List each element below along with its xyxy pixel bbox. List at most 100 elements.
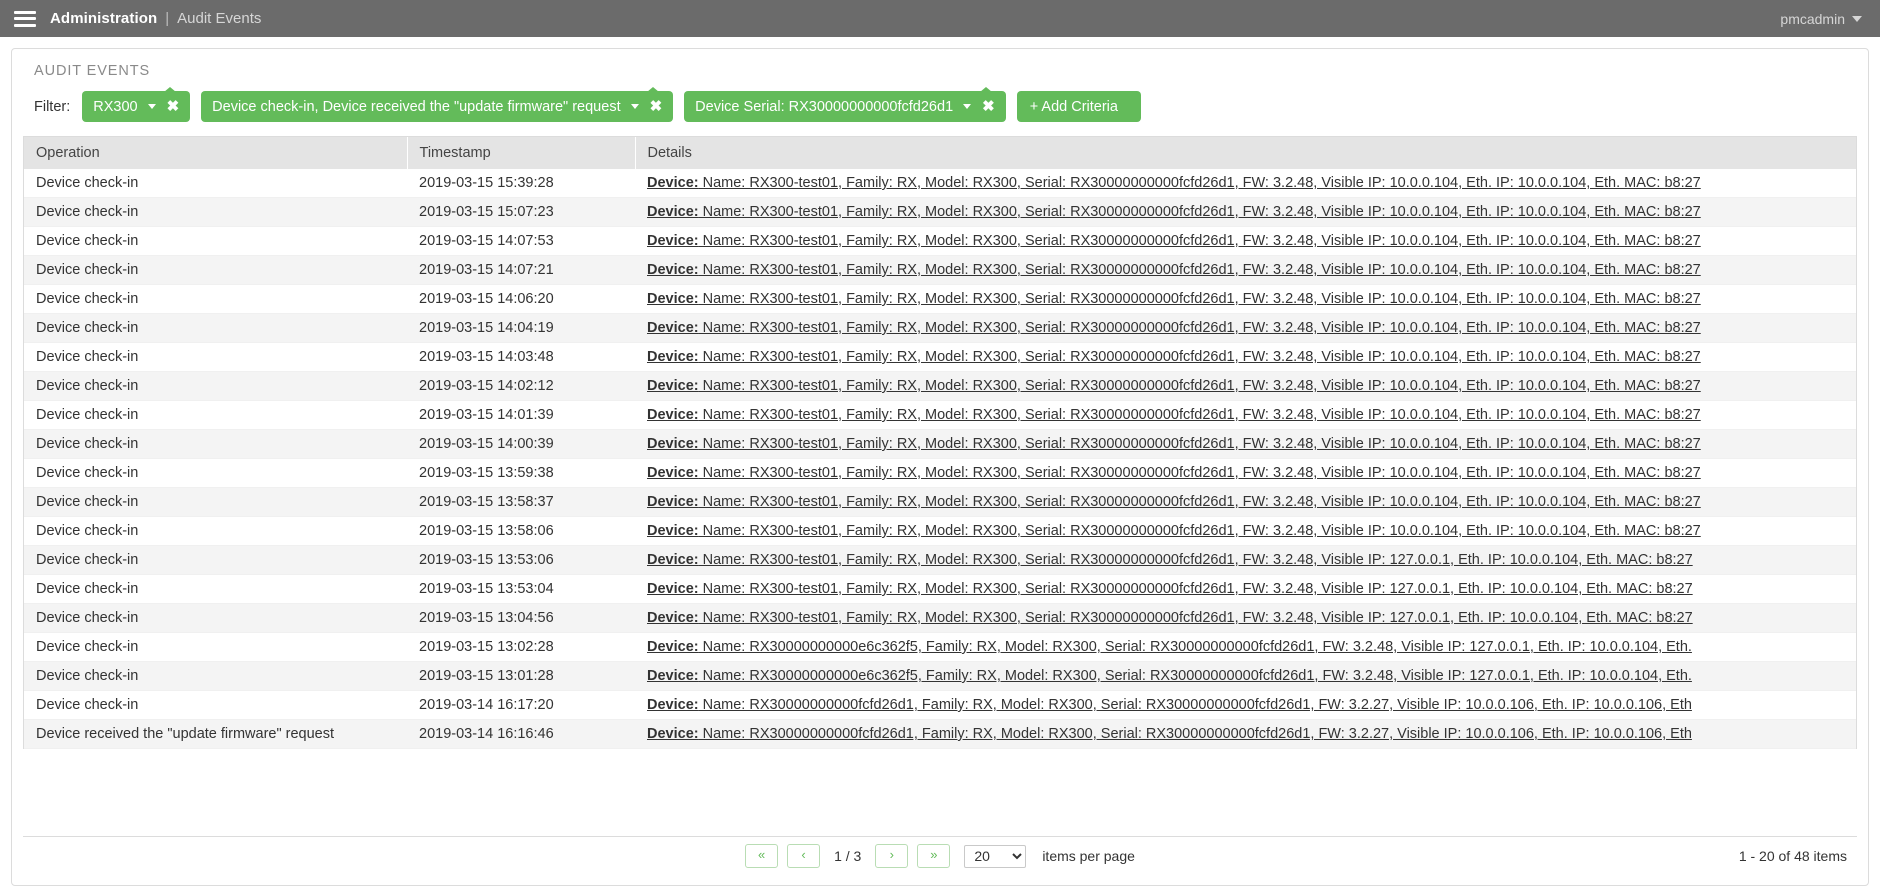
- details-link[interactable]: Device: Name: RX300-test01, Family: RX, …: [647, 378, 1701, 394]
- previous-page-button[interactable]: ‹: [787, 844, 820, 868]
- details-prefix: Device:: [647, 581, 699, 597]
- cell-timestamp: 2019-03-15 15:39:28: [407, 169, 635, 198]
- table-row[interactable]: Device check-in2019-03-15 14:07:53Device…: [24, 227, 1856, 256]
- filter-chip-operations[interactable]: Device check-in, Device received the "up…: [201, 91, 673, 122]
- chip-notch: [164, 87, 176, 92]
- details-link[interactable]: Device: Name: RX300-test01, Family: RX, …: [647, 436, 1701, 452]
- cell-timestamp: 2019-03-15 14:03:48: [407, 343, 635, 372]
- cell-timestamp: 2019-03-15 13:58:06: [407, 517, 635, 546]
- chevron-down-icon[interactable]: [631, 104, 639, 109]
- details-text: Name: RX300-test01, Family: RX, Model: R…: [699, 552, 1693, 568]
- cell-details: Device: Name: RX300-test01, Family: RX, …: [635, 517, 1856, 546]
- table-row[interactable]: Device check-in2019-03-15 13:53:04Device…: [24, 575, 1856, 604]
- cell-details: Device: Name: RX30000000000e6c362f5, Fam…: [635, 633, 1856, 662]
- details-text: Name: RX300-test01, Family: RX, Model: R…: [699, 407, 1701, 423]
- column-header-details[interactable]: Details: [635, 137, 1856, 169]
- details-link[interactable]: Device: Name: RX300-test01, Family: RX, …: [647, 610, 1693, 626]
- details-prefix: Device:: [647, 204, 699, 220]
- filter-chip-device-model[interactable]: RX300 ✖: [82, 91, 190, 122]
- table-row[interactable]: Device check-in2019-03-15 14:02:12Device…: [24, 372, 1856, 401]
- table-row[interactable]: Device check-in2019-03-15 13:59:38Device…: [24, 459, 1856, 488]
- user-menu[interactable]: pmcadmin: [1780, 11, 1862, 27]
- table-row[interactable]: Device check-in2019-03-15 14:06:20Device…: [24, 285, 1856, 314]
- table-row[interactable]: Device check-in2019-03-15 13:53:06Device…: [24, 546, 1856, 575]
- filter-bar: Filter: RX300 ✖ Device check-in, Device …: [12, 79, 1868, 122]
- details-link[interactable]: Device: Name: RX300-test01, Family: RX, …: [647, 233, 1701, 249]
- filter-chip-label: Device check-in, Device received the "up…: [212, 99, 620, 115]
- filter-chip-device-serial[interactable]: Device Serial: RX30000000000fcfd26d1 ✖: [684, 91, 1006, 122]
- cell-details: Device: Name: RX300-test01, Family: RX, …: [635, 227, 1856, 256]
- table-row[interactable]: Device check-in2019-03-14 16:17:20Device…: [24, 691, 1856, 720]
- add-criteria-button[interactable]: + Add Criteria: [1017, 91, 1141, 122]
- column-header-operation[interactable]: Operation: [24, 137, 407, 169]
- details-text: Name: RX300-test01, Family: RX, Model: R…: [699, 291, 1701, 307]
- details-link[interactable]: Device: Name: RX30000000000fcfd26d1, Fam…: [647, 726, 1692, 742]
- table-row[interactable]: Device check-in2019-03-15 13:04:56Device…: [24, 604, 1856, 633]
- cell-operation: Device check-in: [24, 314, 407, 343]
- filter-chip-label: Device Serial: RX30000000000fcfd26d1: [695, 99, 953, 115]
- cell-operation: Device check-in: [24, 517, 407, 546]
- details-prefix: Device:: [647, 494, 699, 510]
- close-icon[interactable]: ✖: [167, 99, 180, 114]
- details-link[interactable]: Device: Name: RX30000000000e6c362f5, Fam…: [647, 668, 1692, 684]
- cell-timestamp: 2019-03-15 14:02:12: [407, 372, 635, 401]
- table-row[interactable]: Device check-in2019-03-15 13:02:28Device…: [24, 633, 1856, 662]
- hamburger-icon[interactable]: [14, 11, 36, 27]
- details-link[interactable]: Device: Name: RX300-test01, Family: RX, …: [647, 407, 1701, 423]
- table-row[interactable]: Device check-in2019-03-15 15:39:28 Device…: [24, 169, 1856, 198]
- cell-operation: Device check-in: [24, 227, 407, 256]
- details-text: Name: RX300-test01, Family: RX, Model: R…: [699, 610, 1693, 626]
- cell-operation: Device check-in: [24, 459, 407, 488]
- details-text: Name: RX30000000000e6c362f5, Family: RX,…: [699, 639, 1692, 655]
- cell-operation: Device check-in: [24, 169, 407, 198]
- cell-details: Device: Name: RX300-test01, Family: RX, …: [635, 372, 1856, 401]
- items-per-page-label: items per page: [1042, 848, 1135, 864]
- details-link[interactable]: Device: Name: RX300-test01, Family: RX, …: [647, 494, 1701, 510]
- cell-details: Device: Name: RX30000000000fcfd26d1, Fam…: [635, 720, 1856, 749]
- cell-timestamp: 2019-03-15 13:02:28: [407, 633, 635, 662]
- first-page-button[interactable]: «: [745, 844, 778, 868]
- table-row[interactable]: Device check-in2019-03-15 14:04:19Device…: [24, 314, 1856, 343]
- audit-events-panel: AUDIT EVENTS Filter: RX300 ✖ Device chec…: [11, 48, 1869, 886]
- details-text: Name: RX300-test01, Family: RX, Model: R…: [699, 581, 1693, 597]
- column-header-timestamp[interactable]: Timestamp: [407, 137, 635, 169]
- details-link[interactable]: Device: Name: RX300-test01, Family: RX, …: [647, 204, 1701, 220]
- table-row[interactable]: Device check-in2019-03-15 13:01:28Device…: [24, 662, 1856, 691]
- table-row[interactable]: Device check-in2019-03-15 14:00:39Device…: [24, 430, 1856, 459]
- close-icon[interactable]: ✖: [982, 99, 995, 114]
- page-title: Audit Events: [177, 10, 261, 27]
- details-prefix: Device:: [647, 291, 699, 307]
- next-page-button[interactable]: ›: [875, 844, 908, 868]
- details-link[interactable]: Device: Name: RX30000000000e6c362f5, Fam…: [647, 639, 1692, 655]
- cell-operation: Device check-in: [24, 488, 407, 517]
- details-link[interactable]: Device: Name: RX300-test01, Family: RX, …: [647, 552, 1693, 568]
- details-text: Name: RX30000000000e6c362f5, Family: RX,…: [699, 668, 1692, 684]
- details-link[interactable]: Device: Name: RX300-test01, Family: RX, …: [647, 262, 1701, 278]
- table-row[interactable]: Device received the "update firmware" re…: [24, 720, 1856, 749]
- chevron-down-icon[interactable]: [148, 104, 156, 109]
- details-link[interactable]: Device: Name: RX300-test01, Family: RX, …: [647, 581, 1693, 597]
- details-link[interactable]: Device: Name: RX30000000000fcfd26d1, Fam…: [647, 697, 1692, 713]
- last-page-button[interactable]: »: [917, 844, 950, 868]
- cell-details: Device: Name: RX300-test01, Family: RX, …: [635, 575, 1856, 604]
- table-row[interactable]: Device check-in2019-03-15 13:58:06 Device…: [24, 517, 1856, 546]
- details-link[interactable]: Device: Name: RX300-test01, Family: RX, …: [647, 320, 1701, 336]
- cell-details: Device: Name: RX300-test01, Family: RX, …: [635, 343, 1856, 372]
- close-icon[interactable]: ✖: [650, 99, 663, 114]
- table-row[interactable]: Device check-in2019-03-15 14:03:48 Device…: [24, 343, 1856, 372]
- details-link[interactable]: Device: Name: RX300-test01, Family: RX, …: [647, 175, 1701, 191]
- details-text: Name: RX300-test01, Family: RX, Model: R…: [699, 204, 1701, 220]
- table-row[interactable]: Device check-in2019-03-15 14:07:21Device…: [24, 256, 1856, 285]
- details-link[interactable]: Device: Name: RX300-test01, Family: RX, …: [647, 349, 1701, 365]
- items-per-page-select[interactable]: 20: [964, 845, 1026, 868]
- cell-operation: Device check-in: [24, 343, 407, 372]
- details-link[interactable]: Device: Name: RX300-test01, Family: RX, …: [647, 291, 1701, 307]
- details-link[interactable]: Device: Name: RX300-test01, Family: RX, …: [647, 523, 1701, 539]
- details-text: Name: RX300-test01, Family: RX, Model: R…: [699, 523, 1701, 539]
- table-row[interactable]: Device check-in2019-03-15 15:07:23Device…: [24, 198, 1856, 227]
- details-link[interactable]: Device: Name: RX300-test01, Family: RX, …: [647, 465, 1701, 481]
- chevron-down-icon[interactable]: [963, 104, 971, 109]
- item-range-text: 1 - 20 of 48 items: [1739, 848, 1847, 864]
- table-row[interactable]: Device check-in2019-03-15 14:01:39Device…: [24, 401, 1856, 430]
- table-row[interactable]: Device check-in2019-03-15 13:58:37Device…: [24, 488, 1856, 517]
